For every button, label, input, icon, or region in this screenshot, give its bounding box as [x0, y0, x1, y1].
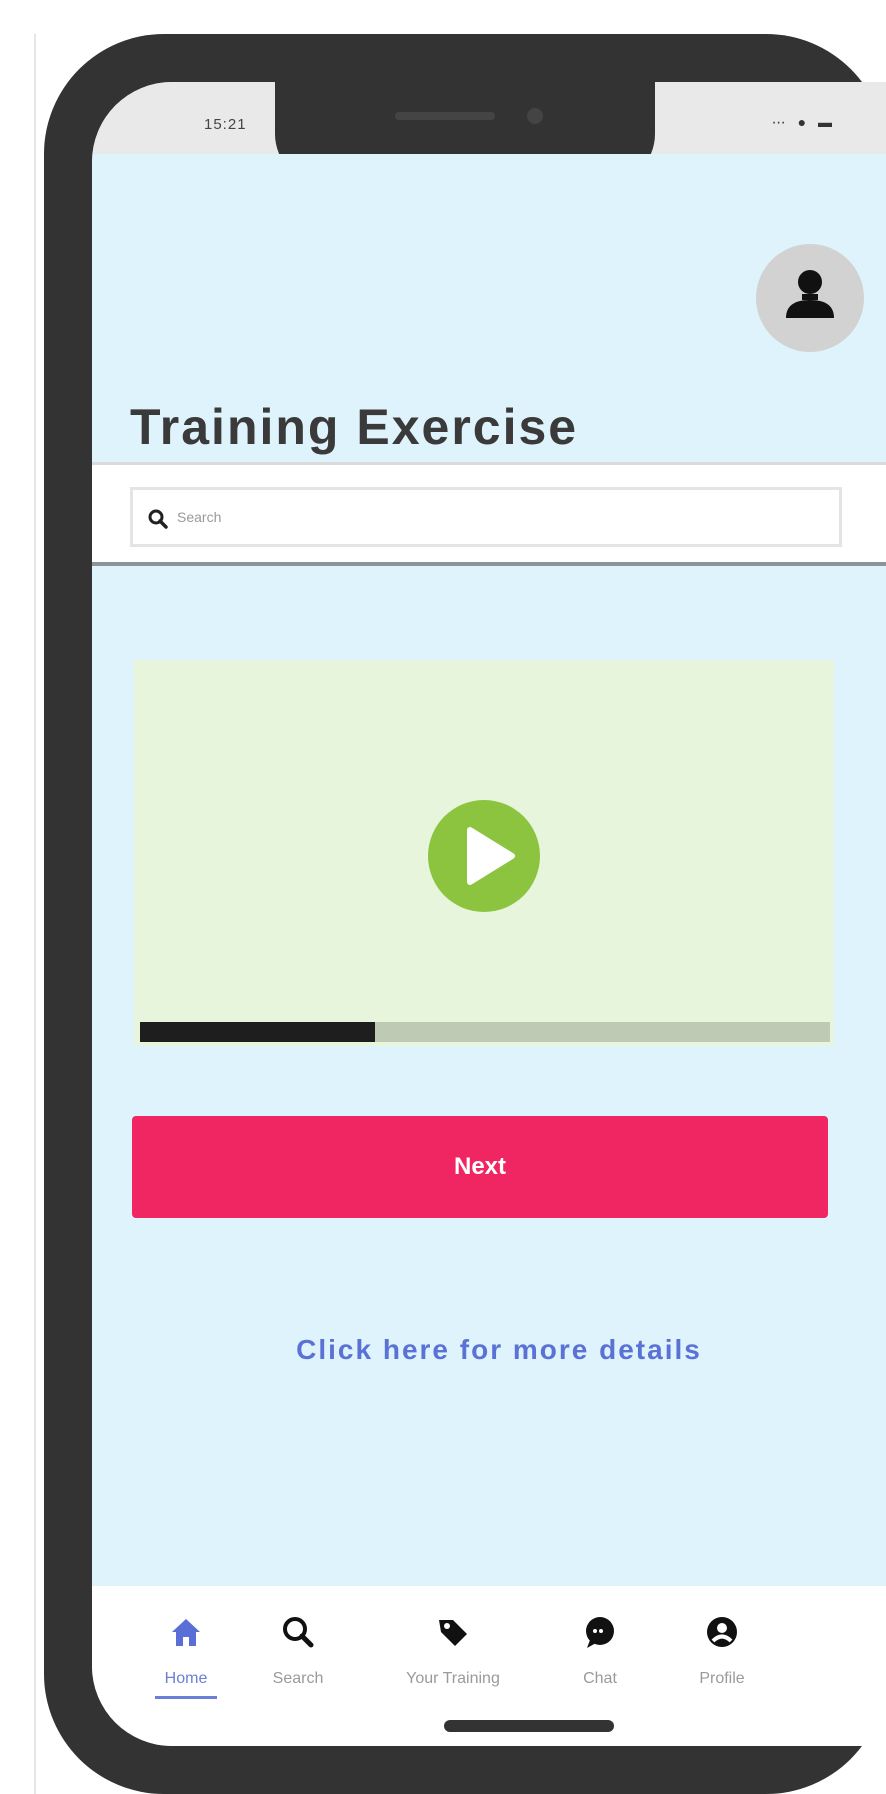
status-time: 15:21	[204, 116, 247, 133]
search-box[interactable]	[130, 487, 842, 547]
screen: 15:21 ⋯ ● ▬ Training Exercise Search Nex…	[92, 82, 886, 1746]
home-indicator	[444, 1720, 614, 1732]
video-player[interactable]	[134, 660, 834, 1046]
nav-label-search: Search	[272, 1670, 324, 1687]
phone-frame: 15:21 ⋯ ● ▬ Training Exercise Search Nex…	[44, 34, 886, 1794]
details-link[interactable]: Click here for more details	[92, 1334, 886, 1366]
video-progress-fill	[140, 1022, 375, 1042]
page-title: Training Exercise	[130, 399, 579, 455]
search-icon	[283, 1617, 314, 1648]
camera-dot	[527, 108, 543, 124]
nav-item-profile[interactable]: Profile	[674, 1612, 770, 1722]
bottom-nav: Home Search Your Training Chat Profile	[92, 1586, 886, 1746]
nav-item-your-training[interactable]: Your Training	[378, 1612, 528, 1722]
search-input[interactable]	[177, 500, 777, 534]
nav-label-profile: Profile	[699, 1670, 745, 1687]
profile-icon	[707, 1617, 737, 1647]
nav-label-chat: Chat	[583, 1670, 617, 1687]
nav-item-chat[interactable]: Chat	[552, 1612, 648, 1722]
status-icons: ⋯ ● ▬	[771, 114, 836, 130]
play-button[interactable]	[428, 800, 540, 912]
nav-item-search[interactable]: Search	[250, 1612, 346, 1722]
nav-active-indicator	[155, 1696, 217, 1699]
video-progress-bar[interactable]	[140, 1022, 830, 1042]
speaker-grille	[395, 112, 495, 120]
nav-label-home: Home	[164, 1670, 208, 1687]
nav-label-your-training: Your Training	[406, 1670, 500, 1687]
search-bar	[92, 462, 886, 566]
home-icon	[172, 1619, 200, 1646]
next-button[interactable]: Next	[132, 1116, 828, 1218]
page-edge	[34, 34, 36, 1794]
search-icon	[147, 508, 169, 530]
play-icon	[467, 827, 515, 885]
chat-icon	[586, 1617, 614, 1648]
tag-icon	[439, 1620, 467, 1646]
user-icon	[786, 270, 834, 318]
avatar[interactable]	[756, 244, 864, 352]
nav-item-home[interactable]: Home	[138, 1612, 234, 1722]
header: Training Exercise	[92, 154, 886, 504]
